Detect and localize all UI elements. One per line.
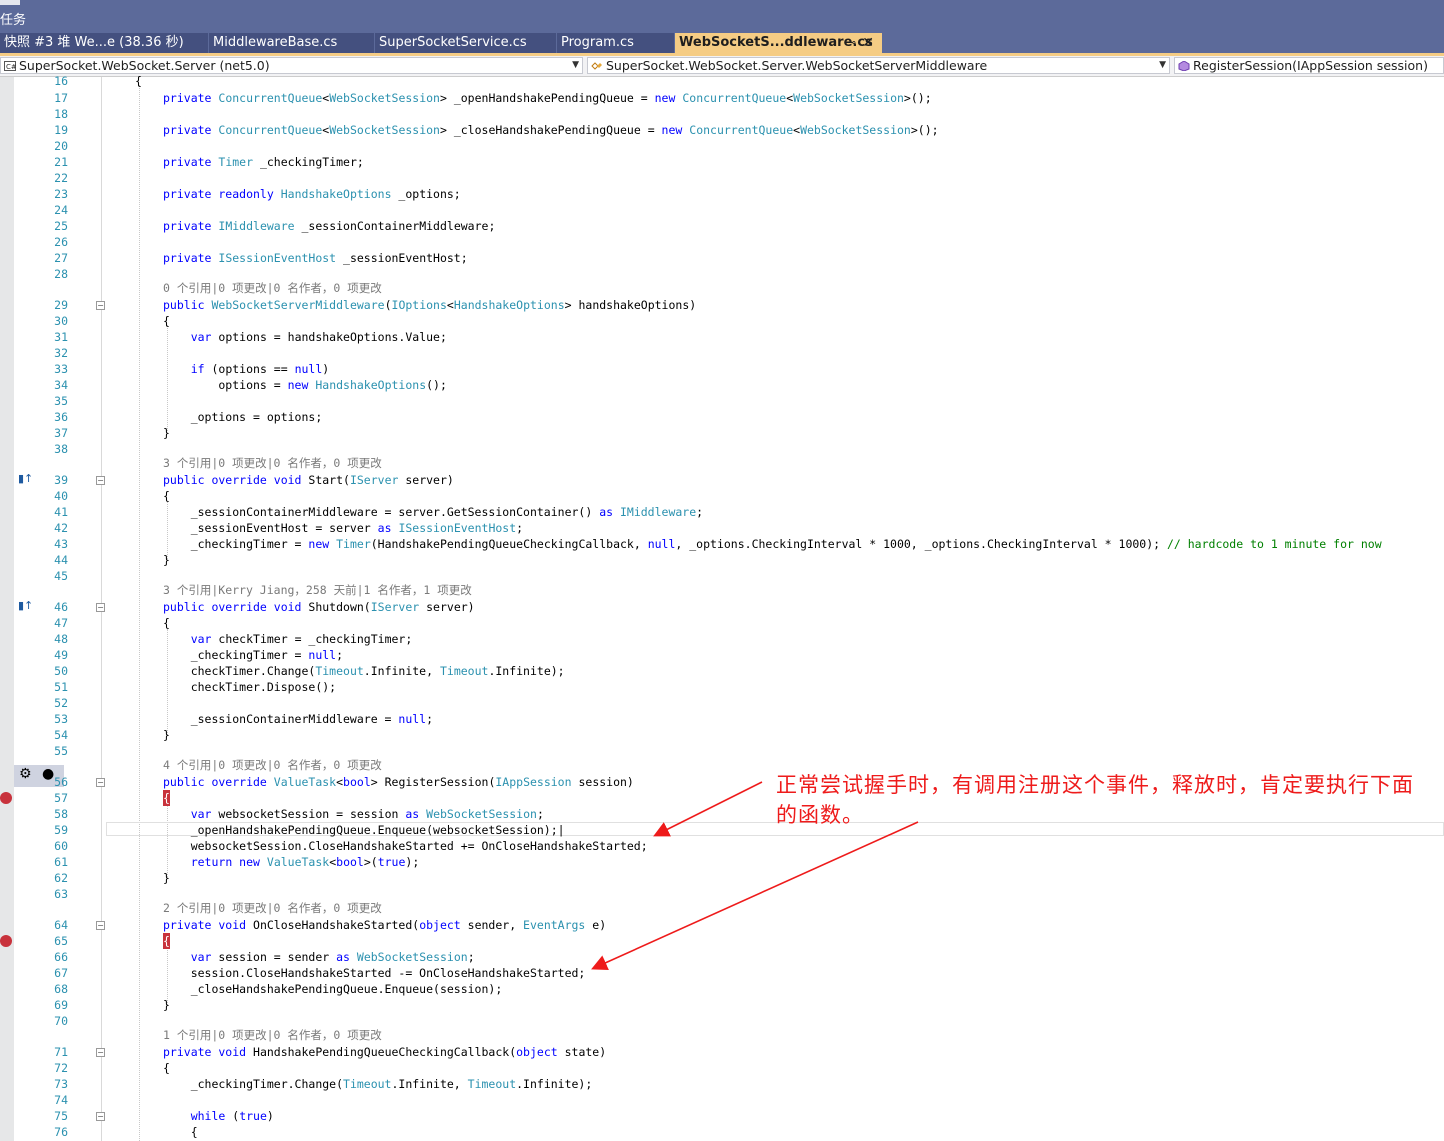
annotation-arrows [591, 781, 919, 971]
annotation-arrow [653, 781, 763, 837]
annotation-arrow [591, 821, 919, 971]
annotation-text: 正常尝试握手时，有调用注册这个事件，释放时，肯定要执行下面的函数。 [776, 773, 1414, 827]
